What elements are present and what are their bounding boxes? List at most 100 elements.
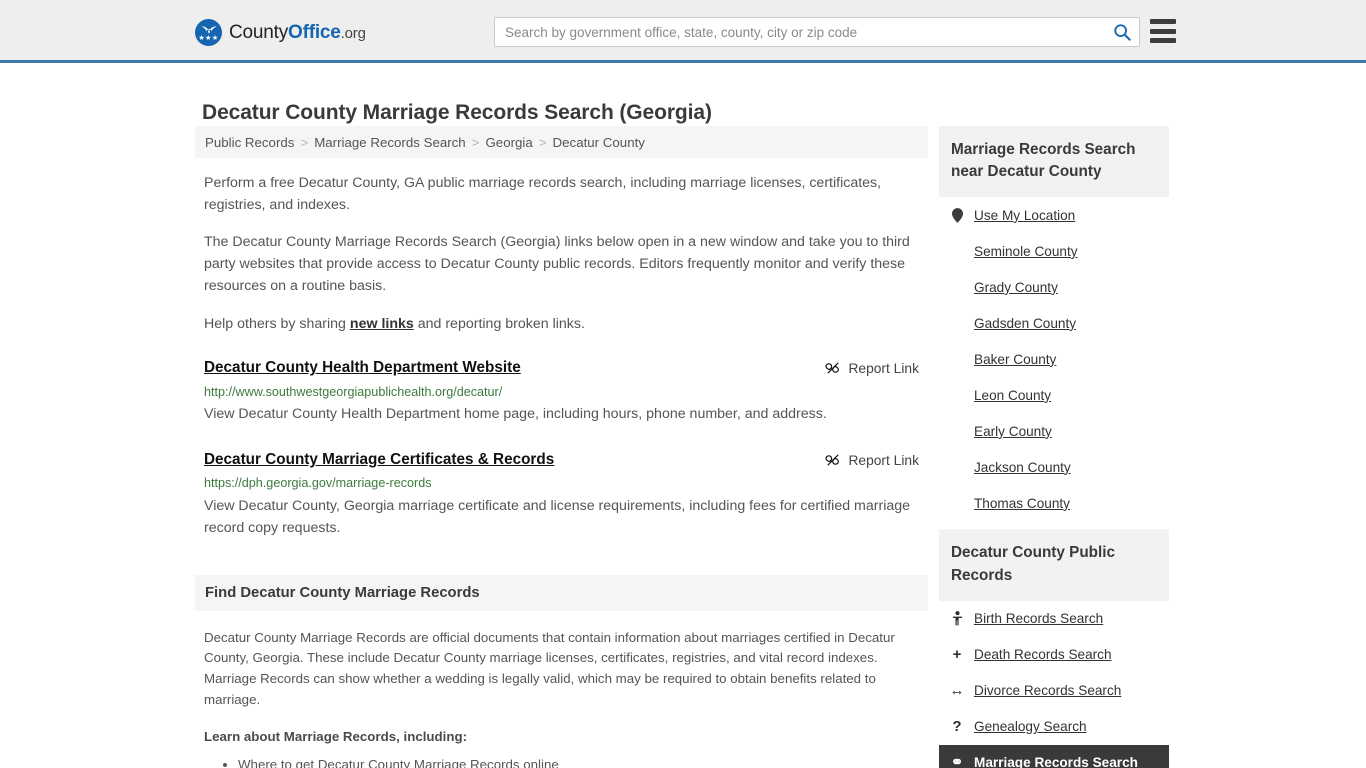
- result-description: View Decatur County Health Department ho…: [204, 406, 827, 423]
- sidebar-item-birth-records-search[interactable]: Birth Records Search: [939, 601, 1169, 637]
- intro-paragraph-1: Perform a free Decatur County, GA public…: [204, 175, 882, 213]
- results-list: Decatur County Health Department Website…: [195, 359, 928, 538]
- main-content: Public Records > Marriage Records Search…: [195, 126, 928, 768]
- map-pin-icon: [949, 208, 965, 223]
- sidebar-item-gadsden-county[interactable]: Gadsden County: [939, 305, 1169, 341]
- result-header: Decatur County Health Department Website…: [204, 359, 919, 377]
- breadcrumb-separator: >: [538, 134, 547, 150]
- map-pin-glyph: [951, 208, 963, 223]
- arrows-icon: ↔: [949, 682, 965, 700]
- learn-about-heading: Learn about Marriage Records, including:: [204, 728, 468, 744]
- sidebar-item-thomas-county[interactable]: Thomas County: [939, 485, 1169, 521]
- sidebar: Marriage Records Search near Decatur Cou…: [939, 126, 1169, 768]
- sidebar-item-label: Use My Location: [974, 207, 1076, 223]
- gender-icon: ⚭: [950, 754, 964, 768]
- sidebar-item-marriage-records-search[interactable]: ⚭ Marriage Records Search: [939, 744, 1169, 768]
- search-button[interactable]: [1105, 18, 1139, 46]
- find-records-heading: Find Decatur County Marriage Records: [205, 584, 480, 601]
- search-input[interactable]: [495, 24, 1105, 40]
- sidebar-item-label: Marriage Records Search: [974, 755, 1138, 768]
- page-title: Decatur County Marriage Records Search (…: [202, 101, 712, 125]
- nearby-panel-list: Use My Location Seminole County Grady Co…: [939, 197, 1169, 521]
- report-link-label: Report Link: [848, 452, 919, 468]
- site-logo[interactable]: ★★★ CountyOffice.org: [195, 19, 366, 46]
- breadcrumb-separator: >: [300, 134, 309, 150]
- sidebar-item-grady-county[interactable]: Grady County: [939, 269, 1169, 305]
- hamburger-bar: [1150, 38, 1176, 43]
- sidebar-item-label: Birth Records Search: [974, 611, 1104, 627]
- breadcrumb-separator: >: [471, 134, 480, 150]
- sidebar-item-genealogy-search[interactable]: ? Genealogy Search: [939, 709, 1169, 745]
- sidebar-item-label: Death Records Search: [974, 647, 1112, 663]
- logo-text-org: .org: [340, 24, 366, 42]
- sidebar-item-label: Thomas County: [974, 495, 1070, 511]
- sidebar-item-use-my-location[interactable]: Use My Location: [939, 197, 1169, 233]
- breadcrumb: Public Records > Marriage Records Search…: [195, 126, 928, 158]
- breadcrumb-item-georgia[interactable]: Georgia: [485, 135, 532, 150]
- find-records-body: Decatur County Marriage Records are offi…: [195, 628, 928, 768]
- report-link-label: Report Link: [848, 360, 919, 376]
- sidebar-item-label: Early County: [974, 423, 1052, 439]
- sidebar-item-baker-county[interactable]: Baker County: [939, 341, 1169, 377]
- search-bar[interactable]: [494, 17, 1140, 47]
- baby-glyph: [952, 611, 962, 626]
- logo-stars-icon: ★★★: [198, 35, 219, 42]
- intro-section: Perform a free Decatur County, GA public…: [195, 173, 928, 335]
- nearby-panel-title: Marriage Records Search near Decatur Cou…: [951, 141, 1136, 181]
- result-url[interactable]: http://www.southwestgeorgiapublichealth.…: [204, 384, 919, 400]
- site-header: ★★★ CountyOffice.org: [0, 0, 1366, 63]
- public-records-panel-list: Birth Records Search + Death Records Sea…: [939, 601, 1169, 768]
- sidebar-item-label: Gadsden County: [974, 315, 1077, 331]
- nearby-panel-header: Marriage Records Search near Decatur Cou…: [939, 126, 1169, 198]
- report-link-button[interactable]: Report Link: [825, 360, 919, 376]
- find-records-heading-band: Find Decatur County Marriage Records: [195, 574, 928, 611]
- sidebar-item-early-county[interactable]: Early County: [939, 413, 1169, 449]
- sidebar-item-seminole-county[interactable]: Seminole County: [939, 233, 1169, 269]
- menu-button[interactable]: [1150, 19, 1176, 43]
- breadcrumb-item-public-records[interactable]: Public Records: [205, 135, 294, 150]
- public-records-panel-header: Decatur County Public Records: [939, 529, 1169, 601]
- sidebar-item-label: Baker County: [974, 351, 1057, 367]
- sidebar-item-label: Seminole County: [974, 243, 1078, 259]
- sidebar-item-divorce-records-search[interactable]: ↔ Divorce Records Search: [939, 673, 1169, 709]
- breadcrumb-item-decatur-county[interactable]: Decatur County: [553, 135, 645, 150]
- sidebar-item-label: Genealogy Search: [974, 719, 1087, 735]
- learn-about-list: Where to get Decatur County Marriage Rec…: [204, 754, 919, 768]
- question-icon: ?: [952, 718, 962, 736]
- broken-link-icon: [825, 454, 840, 466]
- intro-paragraph-3: Help others by sharing new links and rep…: [204, 314, 919, 336]
- sidebar-item-label: Divorce Records Search: [974, 683, 1122, 699]
- logo-text-county: County: [229, 21, 289, 43]
- sidebar-item-label: Jackson County: [974, 459, 1071, 475]
- search-icon: [1114, 24, 1131, 41]
- breadcrumb-item-marriage-records-search[interactable]: Marriage Records Search: [314, 135, 466, 150]
- new-links-link[interactable]: new links: [350, 316, 414, 332]
- sidebar-item-jackson-county[interactable]: Jackson County: [939, 449, 1169, 485]
- public-records-panel-title: Decatur County Public Records: [951, 544, 1116, 584]
- baby-icon: [949, 611, 965, 626]
- sidebar-item-leon-county[interactable]: Leon County: [939, 377, 1169, 413]
- nearby-searches-panel: Marriage Records Search near Decatur Cou…: [939, 126, 1169, 521]
- report-link-button[interactable]: Report Link: [825, 452, 919, 468]
- broken-link-icon: [825, 362, 840, 374]
- result-url[interactable]: https://dph.georgia.gov/marriage-records: [204, 475, 919, 491]
- eagle-icon: [201, 26, 216, 34]
- hamburger-bar: [1150, 19, 1176, 24]
- result-item: Decatur County Marriage Certificates & R…: [204, 451, 919, 539]
- intro-paragraph-2: The Decatur County Marriage Records Sear…: [204, 234, 910, 294]
- sidebar-item-label: Grady County: [974, 279, 1058, 295]
- county-office-logo-icon: ★★★: [195, 19, 222, 46]
- result-title-link[interactable]: Decatur County Marriage Certificates & R…: [204, 451, 554, 469]
- logo-text-office: Office: [288, 21, 341, 43]
- public-records-panel: Decatur County Public Records Birth Reco…: [939, 529, 1169, 768]
- result-header: Decatur County Marriage Certificates & R…: [204, 451, 919, 469]
- sidebar-item-label: Leon County: [974, 387, 1052, 403]
- result-description: View Decatur County, Georgia marriage ce…: [204, 497, 911, 536]
- logo-wordmark: CountyOffice.org: [229, 22, 366, 44]
- list-item: Where to get Decatur County Marriage Rec…: [238, 754, 919, 768]
- hamburger-bar: [1150, 28, 1176, 34]
- cross-icon: +: [952, 646, 962, 664]
- result-title-link[interactable]: Decatur County Health Department Website: [204, 359, 521, 377]
- find-records-paragraph: Decatur County Marriage Records are offi…: [204, 629, 895, 707]
- sidebar-item-death-records-search[interactable]: + Death Records Search: [939, 637, 1169, 673]
